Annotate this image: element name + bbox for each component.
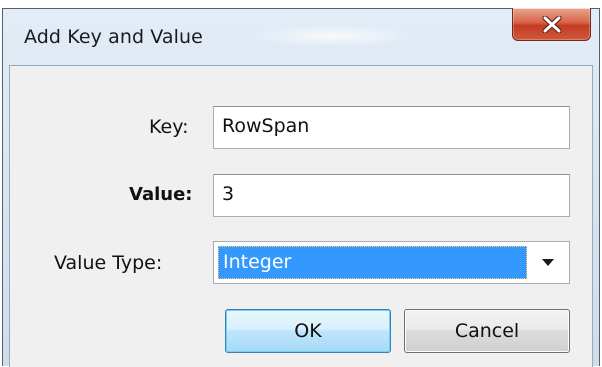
key-input[interactable]: RowSpan xyxy=(213,106,570,149)
value-label: Value: xyxy=(129,184,193,205)
key-label: Key: xyxy=(149,116,189,138)
dropdown-button[interactable] xyxy=(532,246,565,279)
value-type-selected: Integer xyxy=(218,246,527,279)
dialog-window: Add Key and Value Key: RowSpan Value: 3 … xyxy=(2,8,600,367)
value-type-select[interactable]: Integer xyxy=(213,241,570,284)
cancel-button[interactable]: Cancel xyxy=(404,309,570,353)
title-bar-glow xyxy=(253,25,413,47)
close-button[interactable] xyxy=(512,8,591,41)
top-strip xyxy=(0,0,602,8)
value-type-label: Value Type: xyxy=(54,252,163,274)
title-bar[interactable]: Add Key and Value xyxy=(3,8,599,67)
chevron-down-icon xyxy=(542,259,554,266)
value-input[interactable]: 3 xyxy=(213,174,570,217)
ok-button[interactable]: OK xyxy=(225,309,391,353)
dialog-body: Key: RowSpan Value: 3 Value Type: Intege… xyxy=(9,65,593,367)
dialog-title: Add Key and Value xyxy=(24,26,203,48)
close-icon xyxy=(542,16,562,33)
